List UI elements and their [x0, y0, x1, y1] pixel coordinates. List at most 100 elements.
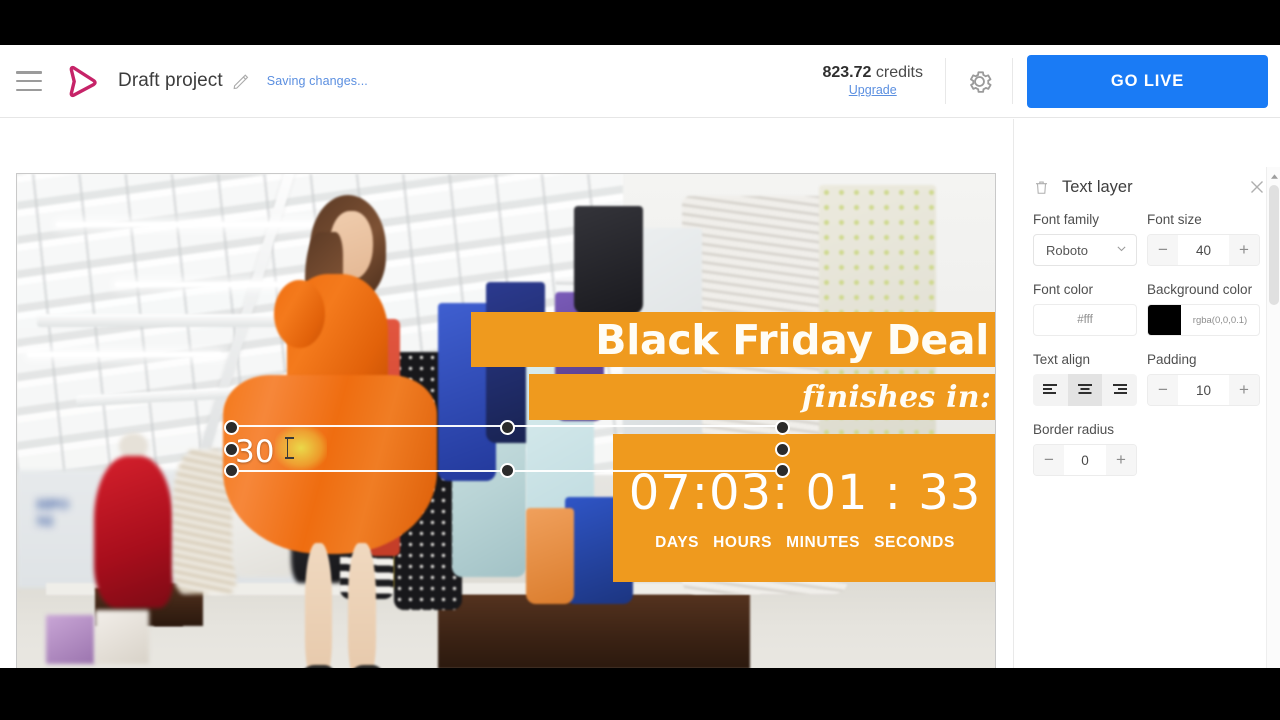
border-radius-value[interactable]: 0	[1064, 445, 1106, 475]
gear-icon[interactable]	[946, 45, 1012, 118]
padding-field: Padding − 10 +	[1147, 352, 1260, 406]
countdown-digits: 07:03: 01 : 33	[628, 464, 982, 521]
letterbox-bottom-bar	[0, 668, 1280, 720]
text-align-group	[1033, 374, 1137, 406]
panel-row-radius: Border radius − 0 +	[1033, 422, 1266, 476]
mannequin-red-dress	[90, 433, 178, 608]
background-color-value: rgba(0,0,0.1)	[1192, 314, 1248, 326]
text-align-label: Text align	[1033, 352, 1091, 367]
border-radius-increment-button[interactable]: +	[1106, 445, 1136, 475]
text-align-field: Text align	[1033, 352, 1137, 406]
model-dress-sleeve	[274, 279, 325, 349]
overlay-subtitle-text: finishes in:	[801, 379, 991, 415]
panel-title: Text layer	[1062, 177, 1133, 196]
editor-body: НРО NI Black Friday Deal finishes in: 07…	[0, 119, 1280, 668]
font-color-field: Font color #fff	[1033, 282, 1137, 336]
trash-icon[interactable]	[1033, 179, 1050, 196]
panel-row-align: Text align Padding − 10 +	[1033, 352, 1266, 406]
hamburger-icon[interactable]	[16, 71, 42, 91]
resize-handle-bottom-left[interactable]	[224, 463, 239, 478]
overlay-subtitle-layer[interactable]: finishes in:	[529, 374, 995, 420]
resize-handle-middle-right[interactable]	[775, 441, 790, 457]
padding-stepper[interactable]: − 10 +	[1147, 374, 1260, 406]
panel-row-colors: Font color #fff Background color rgba(0,…	[1033, 282, 1266, 336]
countdown-label-minutes: MINUTES	[786, 533, 861, 551]
text-ibeam-cursor	[285, 437, 296, 459]
border-radius-decrement-button[interactable]: −	[1034, 445, 1064, 475]
credits-block: 823.72 credits Upgrade	[822, 63, 945, 99]
countdown-label-seconds: SECONDS	[874, 533, 955, 551]
countdown-label-hours: HOURS	[713, 533, 773, 551]
font-family-value: Roboto	[1046, 242, 1088, 258]
go-live-button[interactable]: GO LIVE	[1027, 54, 1268, 108]
video-preview: НРО NI Black Friday Deal finishes in: 07…	[17, 174, 995, 668]
saving-status: Saving changes...	[266, 74, 368, 88]
play-triangle-logo[interactable]	[62, 61, 102, 101]
background-color-input[interactable]: rgba(0,0,0.1)	[1147, 304, 1260, 336]
application-window: Draft project Saving changes... 823.72 c…	[0, 45, 1280, 668]
background-color-field: Background color rgba(0,0,0.1)	[1147, 282, 1260, 336]
chevron-down-icon	[1115, 242, 1128, 258]
credits-amount: 823.72	[822, 64, 872, 82]
hamburger-bar	[16, 79, 42, 83]
padding-decrement-button[interactable]: −	[1148, 375, 1178, 405]
border-radius-stepper[interactable]: − 0 +	[1033, 444, 1137, 476]
background-color-swatch[interactable]	[1148, 305, 1181, 335]
panel-row-font: Font family Roboto Font size − 40 +	[1033, 212, 1266, 266]
font-size-increment-button[interactable]: +	[1229, 235, 1259, 265]
properties-panel: Text layer Font family Roboto Font size …	[1013, 119, 1280, 668]
garment-orange-bottom	[525, 507, 575, 605]
garment-hanger-dark	[574, 206, 643, 314]
padding-value[interactable]: 10	[1178, 375, 1229, 405]
caret-up-icon[interactable]	[1267, 169, 1280, 183]
background-color-label: Background color	[1147, 282, 1253, 297]
mannequin-dress	[93, 455, 174, 608]
resize-handle-top-right[interactable]	[775, 420, 790, 435]
credits-label: credits	[875, 64, 923, 82]
font-color-label: Font color	[1033, 282, 1094, 297]
selected-text-layer[interactable]: 30	[224, 420, 790, 478]
padding-increment-button[interactable]: +	[1229, 375, 1259, 405]
resize-handle-top-center[interactable]	[499, 420, 515, 435]
header-divider	[1012, 58, 1013, 104]
panel-controls: Font family Roboto Font size − 40 + Font…	[1014, 212, 1266, 476]
align-right-icon[interactable]	[1102, 374, 1137, 406]
video-canvas[interactable]: НРО NI Black Friday Deal finishes in: 07…	[16, 173, 996, 668]
border-radius-label: Border radius	[1033, 422, 1115, 437]
font-color-value: #fff	[1077, 314, 1093, 326]
font-size-field: Font size − 40 +	[1147, 212, 1260, 266]
font-color-input[interactable]: #fff	[1033, 304, 1137, 336]
font-size-decrement-button[interactable]: −	[1148, 235, 1178, 265]
panel-scrollbar[interactable]	[1266, 167, 1280, 668]
panel-header: Text layer	[1014, 167, 1280, 207]
letterbox-top-bar	[0, 0, 1280, 45]
screen-root: Draft project Saving changes... 823.72 c…	[0, 0, 1280, 720]
font-size-label: Font size	[1147, 212, 1202, 227]
font-family-select[interactable]: Roboto	[1033, 234, 1137, 266]
font-size-stepper[interactable]: − 40 +	[1147, 234, 1260, 266]
font-family-field: Font family Roboto	[1033, 212, 1137, 266]
selected-layer-text: 30	[235, 434, 275, 470]
align-left-icon[interactable]	[1033, 374, 1068, 406]
project-title[interactable]: Draft project	[118, 70, 223, 92]
countdown-labels: DAYS HOURS MINUTES SECONDS	[655, 534, 955, 552]
align-center-icon[interactable]	[1067, 374, 1103, 406]
hamburger-bar	[16, 71, 42, 74]
display-platform	[437, 593, 751, 668]
shopping-bag	[95, 609, 150, 664]
pencil-icon[interactable]	[232, 73, 249, 90]
ceiling-light	[26, 351, 223, 357]
resize-handle-top-left[interactable]	[224, 420, 239, 435]
resize-handle-middle-left[interactable]	[224, 441, 239, 457]
padding-label: Padding	[1147, 352, 1197, 367]
close-icon[interactable]	[1247, 177, 1267, 197]
font-family-label: Font family	[1033, 212, 1100, 227]
resize-handle-bottom-right[interactable]	[775, 463, 790, 478]
resize-handle-bottom-center[interactable]	[499, 463, 515, 478]
panel-scrollbar-thumb[interactable]	[1269, 185, 1279, 305]
font-size-value[interactable]: 40	[1178, 235, 1229, 265]
border-radius-field: Border radius − 0 +	[1033, 422, 1137, 476]
upgrade-link[interactable]: Upgrade	[822, 83, 923, 99]
overlay-title-layer[interactable]: Black Friday Deal	[471, 312, 995, 367]
